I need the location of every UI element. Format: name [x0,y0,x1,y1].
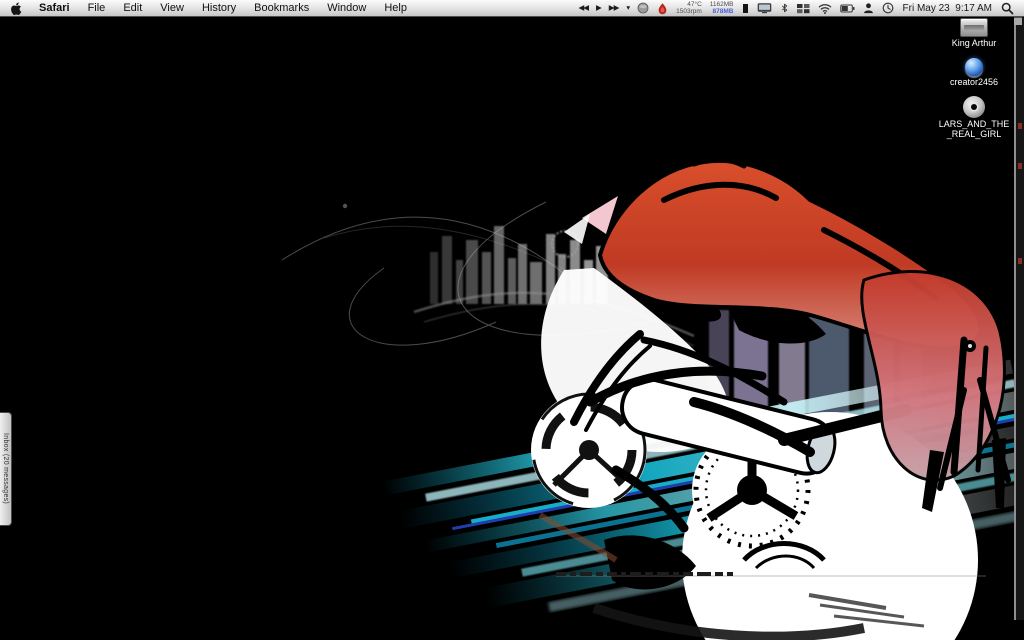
apple-icon [11,2,22,15]
clock-icon[interactable] [878,0,898,16]
desktop-icon-lars-and-the-real-girl[interactable]: LARS_AND_THE _REAL_GIRL [936,96,1012,139]
idisk-icon [965,57,983,76]
desktop-icon-label: creator2456 [949,76,999,87]
fan-speed: 1503rpm [676,8,702,15]
bluetooth-icon[interactable] [776,0,793,16]
menu-clock[interactable]: Fri May 23 9:17 AM [898,3,998,14]
cpu-temp: 47°C [687,1,702,8]
desktop-icon-label: LARS_AND_THE _REAL_GIRL [938,119,1010,139]
menu-file[interactable]: File [79,0,115,16]
memory-total: 1162MB [709,1,734,8]
spotlight-icon[interactable] [997,0,1018,16]
battery-icon[interactable] [836,0,859,16]
cd-disc-icon [963,96,985,118]
window-red-marker [1018,163,1022,169]
desktop-icon-king-arthur[interactable]: King Arthur [936,18,1012,49]
offscreen-window-titlebar-sliver [1014,16,1022,25]
app-square-icon[interactable] [738,0,753,16]
memory-stats[interactable]: 1162MB 878MB [706,1,738,15]
display-icon[interactable] [753,0,776,16]
inbox-drawer-tab[interactable]: Inbox (20 messages) [0,412,12,526]
menu-view[interactable]: View [151,0,193,16]
spaces-icon[interactable] [793,0,814,16]
apple-menu[interactable] [0,1,30,15]
menu-help[interactable]: Help [375,0,416,16]
desktop: Safari File Edit View History Bookmarks … [0,0,1024,640]
chevron-down-icon[interactable]: ▾ [622,0,633,16]
menu-bar-left: Safari File Edit View History Bookmarks … [0,0,416,16]
desktop-icon-column: King Arthur creator2456 LARS_AND_THE _REA… [936,18,1012,139]
menu-window[interactable]: Window [318,0,375,16]
offscreen-window-edge[interactable] [1014,16,1024,620]
wallpaper-motorcycle-art [281,157,1024,640]
menu-bookmarks[interactable]: Bookmarks [245,0,318,16]
inbox-drawer-label: Inbox (20 messages) [2,433,9,505]
menu-history[interactable]: History [193,0,245,16]
fast-forward-icon[interactable]: ▶▶ [605,0,623,16]
rewind-icon[interactable]: ◀◀ [574,0,592,16]
play-icon[interactable]: ▶ [592,0,605,16]
globe-icon[interactable] [633,0,653,16]
menu-safari[interactable]: Safari [30,0,79,16]
flame-icon[interactable] [653,0,672,16]
temperature-fan-stats[interactable]: 47°C 1503rpm [672,1,706,15]
window-red-marker [1018,258,1022,264]
menu-time: 9:17 AM [955,2,992,14]
menu-bar-status: ◀◀ ▶ ▶▶ ▾ 47°C 1503rpm 1162MB 878MB Fri … [574,0,1024,16]
user-icon[interactable] [859,0,878,16]
desktop-icon-label: King Arthur [951,38,997,48]
desktop-icon-creator2456[interactable]: creator2456 [936,57,1012,88]
hard-drive-icon [960,18,988,37]
window-red-marker [1018,123,1022,129]
wifi-icon[interactable] [814,0,836,16]
memory-used: 878MB [712,8,734,15]
menu-bar: Safari File Edit View History Bookmarks … [0,0,1024,17]
menu-edit[interactable]: Edit [114,0,151,16]
menu-date: Fri May 23 [902,2,950,14]
